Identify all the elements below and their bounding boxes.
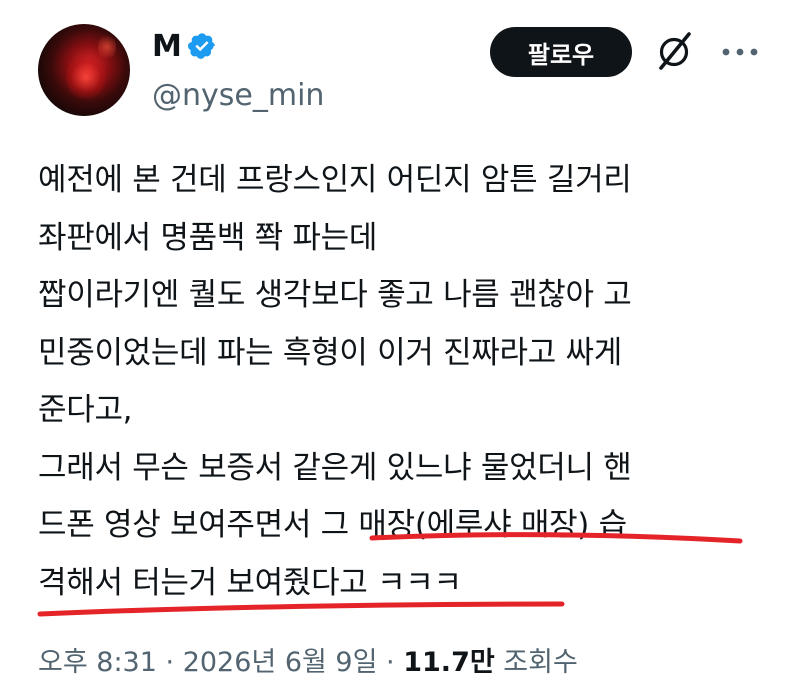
views-count: 11.7만	[403, 647, 495, 678]
tweet-line: 민중이었는데 파는 흑형이 이거 진짜라고 싸게	[38, 334, 622, 371]
avatar-glow	[66, 54, 106, 100]
verified-badge-icon	[188, 33, 216, 59]
tweet-line: 준다고,	[38, 392, 133, 428]
tweet-date[interactable]: 2026년 6월 9일	[183, 647, 378, 678]
grok-slash-icon[interactable]	[652, 30, 696, 74]
author-handle[interactable]: @nyse_min	[152, 78, 324, 113]
tweet-line: 격해서 터는거 보여줬다고 ㅋㅋㅋ	[38, 564, 462, 601]
follow-button[interactable]: 팔로우	[490, 27, 632, 77]
tweet-line: 드폰 영상 보여주면서 그 매장(에루샤 매장) 습	[38, 507, 627, 543]
tweet-line: 그래서 무슨 보증서 같은게 있느냐 물었더니 핸	[38, 449, 632, 486]
tweet-line: 예전에 본 건데 프랑스인지 어딘지 암튼 길거리	[38, 162, 632, 198]
meta-separator: ·	[386, 647, 395, 678]
tweet-time[interactable]: 오후 8:31	[38, 647, 157, 678]
views-label: 조회수	[503, 647, 578, 678]
meta-separator: ·	[165, 647, 175, 678]
tweet-line: 좌판에서 명품백 쫙 파는데	[38, 219, 378, 256]
tweet-line: 짭이라기엔 퀄도 생각보다 좋고 나름 괜찮아 고	[38, 277, 632, 313]
author-name-row: M	[152, 26, 217, 66]
avatar[interactable]	[38, 24, 130, 116]
tweet-meta: 오후 8:31 · 2026년 6월 9일 · 11.7만 조회수	[38, 640, 578, 679]
tweet-text: 예전에 본 건데 프랑스인지 어딘지 암튼 길거리 좌판에서 명품백 쫙 파는데…	[38, 152, 778, 612]
more-dots-icon[interactable]	[718, 40, 762, 64]
avatar-glow-small	[98, 32, 116, 62]
author-name[interactable]: M	[152, 29, 182, 64]
